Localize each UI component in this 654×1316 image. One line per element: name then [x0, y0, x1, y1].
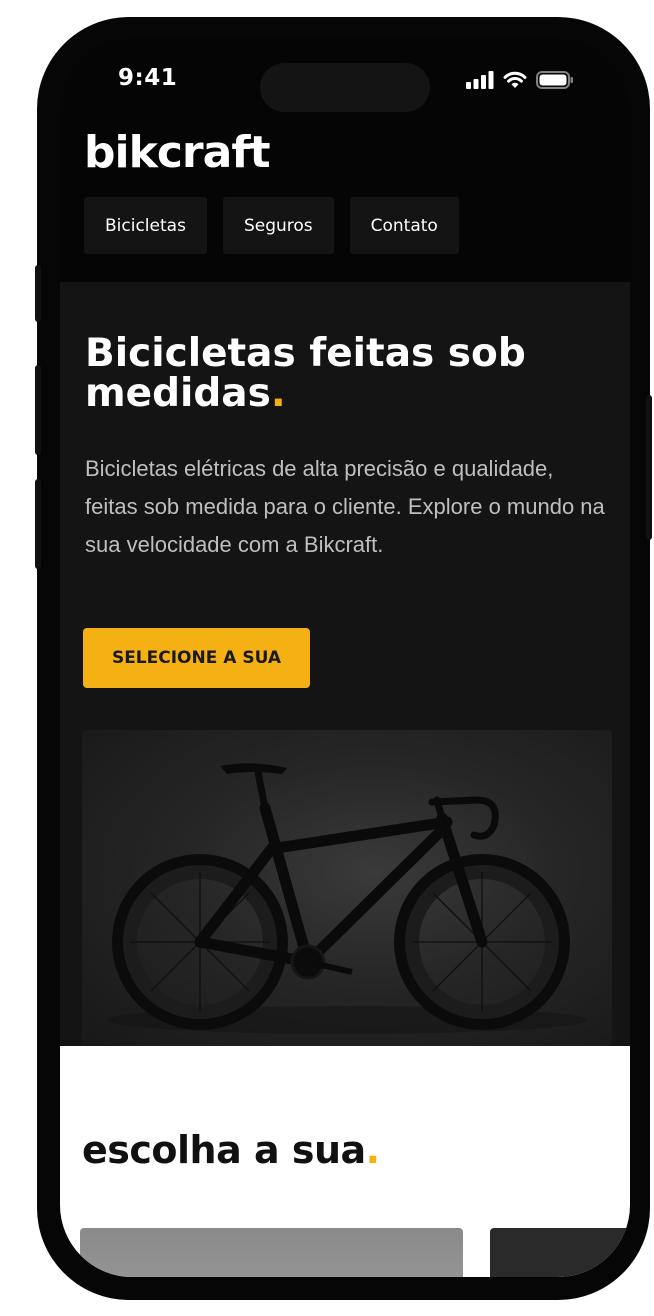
product-card-image[interactable] — [80, 1228, 463, 1277]
products-title: escolha a sua. — [82, 1128, 380, 1172]
select-bike-button[interactable]: SELECIONE A SUA — [83, 628, 310, 688]
status-time: 9:41 — [118, 65, 178, 91]
bikcraft-logo[interactable]: bikcraft — [84, 127, 270, 178]
hero-title: Bicicletas feitas sob medidas. — [85, 334, 585, 414]
volume-up-button — [35, 365, 41, 455]
dynamic-island — [260, 63, 430, 112]
nav-contato[interactable]: Contato — [349, 197, 459, 254]
battery-icon — [536, 71, 573, 89]
power-button — [646, 395, 652, 540]
status-bar: 9:41 — [60, 37, 630, 127]
wifi-icon — [503, 71, 527, 88]
site-header: bikcraft Bicicletas Seguros Contato — [60, 117, 630, 282]
main-nav: Bicicletas Seguros Contato — [84, 197, 459, 254]
products-title-accent-dot: . — [365, 1128, 380, 1172]
status-icons — [466, 71, 574, 89]
products-section: escolha a sua. — [60, 1046, 630, 1277]
nav-seguros[interactable]: Seguros — [222, 197, 334, 254]
bike-illustration — [107, 763, 587, 1034]
volume-down-button — [35, 479, 41, 569]
product-card-image-next[interactable] — [490, 1228, 630, 1277]
action-button — [35, 265, 41, 322]
hero-section: Bicicletas feitas sob medidas. Bicicleta… — [60, 282, 630, 1046]
signal-icon — [466, 71, 494, 89]
phone-screen: 9:41 bikcraft Bicicletas Seguros Contato… — [60, 37, 630, 1277]
hero-description: Bicicletas elétricas de alta precisão e … — [85, 456, 605, 557]
hero-bike-image — [82, 730, 612, 1046]
hero-title-text: Bicicletas feitas sob medidas — [85, 331, 526, 416]
products-title-text: escolha a sua — [82, 1128, 366, 1172]
title-accent-dot: . — [270, 371, 286, 416]
nav-bicicletas[interactable]: Bicicletas — [84, 197, 207, 254]
